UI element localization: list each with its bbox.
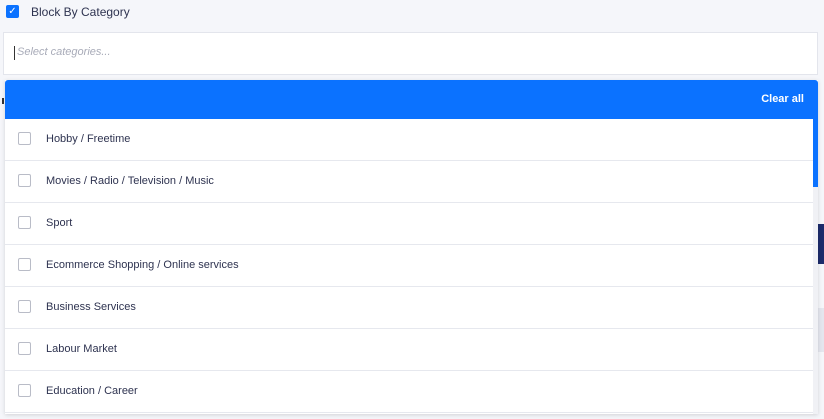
list-item[interactable]: Business Services xyxy=(5,287,813,329)
dropdown-header: Clear all xyxy=(5,80,818,119)
category-checkbox[interactable] xyxy=(18,132,31,145)
category-checkbox[interactable] xyxy=(18,342,31,355)
category-label: Hobby / Freetime xyxy=(46,133,131,145)
category-checkbox[interactable] xyxy=(18,384,31,397)
category-checkbox[interactable] xyxy=(18,174,31,187)
category-label: Ecommerce Shopping / Online services xyxy=(46,259,239,271)
list-item[interactable]: Ecommerce Shopping / Online services xyxy=(5,245,813,287)
category-label: Movies / Radio / Television / Music xyxy=(46,175,214,187)
block-by-category-checkbox[interactable]: ✓ xyxy=(6,5,19,18)
category-dropdown-panel: Clear all Hobby / Freetime Movies / Radi… xyxy=(5,80,818,414)
category-checkbox[interactable] xyxy=(18,258,31,271)
text-cursor xyxy=(14,46,15,60)
block-by-category-label: Block By Category xyxy=(31,5,130,19)
category-list: Hobby / Freetime Movies / Radio / Televi… xyxy=(5,119,813,414)
clear-all-button[interactable]: Clear all xyxy=(761,93,804,105)
dropdown-scrollbar-thumb[interactable] xyxy=(813,119,818,187)
dropdown-scrollbar[interactable] xyxy=(813,119,818,414)
list-item[interactable]: Labour Market xyxy=(5,329,813,371)
checkmark-icon: ✓ xyxy=(8,6,17,17)
category-label: Labour Market xyxy=(46,343,117,355)
divider xyxy=(2,98,4,104)
category-select-input[interactable]: Select categories... xyxy=(3,32,818,75)
list-item[interactable]: Movies / Radio / Television / Music xyxy=(5,161,813,203)
category-checkbox[interactable] xyxy=(18,216,31,229)
list-item[interactable]: Hobby / Freetime xyxy=(5,119,813,161)
category-label: Sport xyxy=(46,217,73,229)
block-by-category-row: ✓ Block By Category xyxy=(0,0,824,26)
category-select-placeholder: Select categories... xyxy=(17,46,111,58)
list-item[interactable]: Education / Career xyxy=(5,371,813,413)
category-label: Business Services xyxy=(46,301,136,313)
background-panel-edge xyxy=(818,224,824,264)
category-checkbox[interactable] xyxy=(18,300,31,313)
background-panel-edge-light xyxy=(818,308,824,352)
category-label: Education / Career xyxy=(46,385,138,397)
list-item[interactable]: Sport xyxy=(5,203,813,245)
